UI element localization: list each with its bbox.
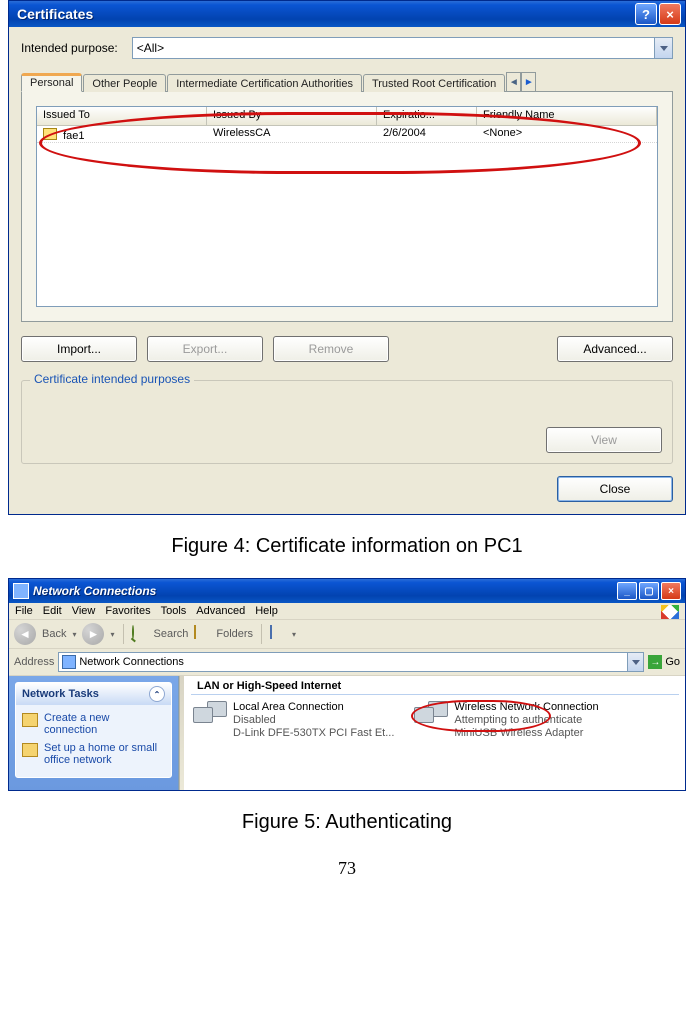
close-x-button[interactable]: ×	[661, 582, 681, 600]
table-row[interactable]: fae1 WirelessCA 2/6/2004 <None>	[37, 126, 657, 143]
col-issued-to[interactable]: Issued To	[37, 107, 207, 125]
network-icon	[193, 701, 227, 735]
separator	[261, 624, 262, 644]
certificate-icon	[43, 128, 57, 140]
task-create-connection[interactable]: Create a new connection	[22, 709, 165, 739]
search-icon[interactable]	[132, 626, 148, 642]
advanced-button[interactable]: Advanced...	[557, 336, 673, 362]
window-title: Certificates	[13, 6, 633, 22]
remove-button[interactable]: Remove	[273, 336, 389, 362]
tasks-header[interactable]: Network Tasks ⌃	[16, 683, 171, 705]
tab-personal[interactable]: Personal	[21, 73, 82, 92]
minimize-button[interactable]: _	[617, 582, 637, 600]
figure4-caption: Figure 4: Certificate information on PC1	[8, 535, 686, 558]
tab-other-people[interactable]: Other People	[83, 74, 166, 92]
menu-tools[interactable]: Tools	[161, 605, 187, 617]
search-label[interactable]: Search	[154, 628, 189, 640]
menu-edit[interactable]: Edit	[43, 605, 62, 617]
conn-status: Disabled	[233, 714, 394, 727]
close-x-button[interactable]: ×	[659, 3, 681, 25]
tab-intermediate-ca[interactable]: Intermediate Certification Authorities	[167, 74, 362, 92]
back-dropdown[interactable]: ▾	[72, 630, 76, 639]
conn-name: Wireless Network Connection	[454, 701, 598, 714]
address-input[interactable]: Network Connections	[58, 652, 628, 672]
connection-wireless[interactable]: Wireless Network Connection Attempting t…	[414, 701, 598, 740]
tab-scroll-left[interactable]: ◄	[506, 72, 521, 92]
view-button[interactable]: View	[546, 427, 662, 453]
purpose-label: Intended purpose:	[21, 41, 118, 55]
help-button[interactable]: ?	[635, 3, 657, 25]
tasks-sidebar: Network Tasks ⌃ Create a new connection …	[9, 676, 179, 790]
views-icon[interactable]	[270, 626, 286, 642]
figure5-caption: Figure 5: Authenticating	[8, 811, 686, 834]
titlebar[interactable]: Certificates ? ×	[9, 1, 685, 27]
page-number: 73	[8, 858, 686, 879]
network-icon	[414, 701, 448, 735]
folders-icon[interactable]	[194, 626, 210, 642]
menu-file[interactable]: File	[15, 605, 33, 617]
menu-advanced[interactable]: Advanced	[196, 605, 245, 617]
close-button[interactable]: Close	[557, 476, 673, 502]
address-value: Network Connections	[79, 656, 184, 668]
tab-trusted-root[interactable]: Trusted Root Certification	[363, 74, 505, 92]
window-title: Network Connections	[33, 584, 617, 598]
address-dropdown[interactable]	[628, 652, 644, 672]
connection-lan[interactable]: Local Area Connection Disabled D-Link DF…	[193, 701, 394, 740]
certificates-list[interactable]: Issued To Issued By Expiratio... Friendl…	[36, 106, 658, 307]
col-friendly-name[interactable]: Friendly Name	[477, 107, 657, 125]
titlebar[interactable]: Network Connections _ ▢ ×	[9, 579, 685, 603]
window-icon	[13, 583, 29, 599]
conn-device: D-Link DFE-530TX PCI Fast Et...	[233, 727, 394, 740]
maximize-button[interactable]: ▢	[639, 582, 659, 600]
collapse-icon[interactable]: ⌃	[149, 686, 165, 702]
menu-help[interactable]: Help	[255, 605, 278, 617]
list-header: Issued To Issued By Expiratio... Friendl…	[37, 107, 657, 126]
task-icon	[22, 743, 38, 757]
purpose-select[interactable]: <All>	[132, 37, 673, 59]
conn-name: Local Area Connection	[233, 701, 394, 714]
connections-pane: LAN or High-Speed Internet Local Area Co…	[185, 676, 685, 790]
windows-flag-icon	[661, 605, 679, 619]
tabstrip: Personal Other People Intermediate Certi…	[21, 69, 673, 92]
conn-status: Attempting to authenticate	[454, 714, 598, 727]
network-connections-window: Network Connections _ ▢ × File Edit View…	[8, 578, 686, 791]
toolbar: ◄ Back ▾ ► ▾ Search Folders ▾	[9, 620, 685, 649]
certificates-dialog: Certificates ? × Intended purpose: <All>…	[8, 0, 686, 515]
go-icon: →	[648, 655, 662, 669]
chevron-down-icon[interactable]	[655, 37, 673, 59]
group-header: LAN or High-Speed Internet	[191, 680, 679, 695]
cell-expiration: 2/6/2004	[377, 126, 477, 142]
back-button[interactable]: ◄	[14, 623, 36, 645]
location-icon	[62, 655, 76, 669]
cell-issued-to: fae1	[37, 126, 207, 142]
menu-favorites[interactable]: Favorites	[105, 605, 150, 617]
back-label: Back	[42, 628, 66, 640]
purpose-value: <All>	[132, 37, 655, 59]
menu-view[interactable]: View	[72, 605, 96, 617]
address-label: Address	[14, 656, 54, 668]
col-expiration[interactable]: Expiratio...	[377, 107, 477, 125]
conn-device: MiniUSB Wireless Adapter	[454, 727, 598, 740]
task-icon	[22, 713, 38, 727]
cell-issued-by: WirelessCA	[207, 126, 377, 142]
cell-friendly: <None>	[477, 126, 657, 142]
go-button[interactable]: → Go	[648, 655, 680, 669]
address-bar: Address Network Connections → Go	[9, 649, 685, 676]
separator	[123, 624, 124, 644]
tab-scroll-right[interactable]: ►	[521, 72, 536, 92]
group-legend: Certificate intended purposes	[30, 372, 194, 386]
export-button[interactable]: Export...	[147, 336, 263, 362]
forward-button[interactable]: ►	[82, 623, 104, 645]
import-button[interactable]: Import...	[21, 336, 137, 362]
col-issued-by[interactable]: Issued By	[207, 107, 377, 125]
views-dropdown[interactable]: ▾	[292, 630, 296, 639]
task-setup-network[interactable]: Set up a home or small office network	[22, 739, 165, 769]
folders-label[interactable]: Folders	[216, 628, 253, 640]
menu-bar: File Edit View Favorites Tools Advanced …	[9, 603, 685, 620]
purposes-group: Certificate intended purposes View	[21, 380, 673, 464]
fwd-dropdown[interactable]: ▾	[110, 630, 114, 639]
